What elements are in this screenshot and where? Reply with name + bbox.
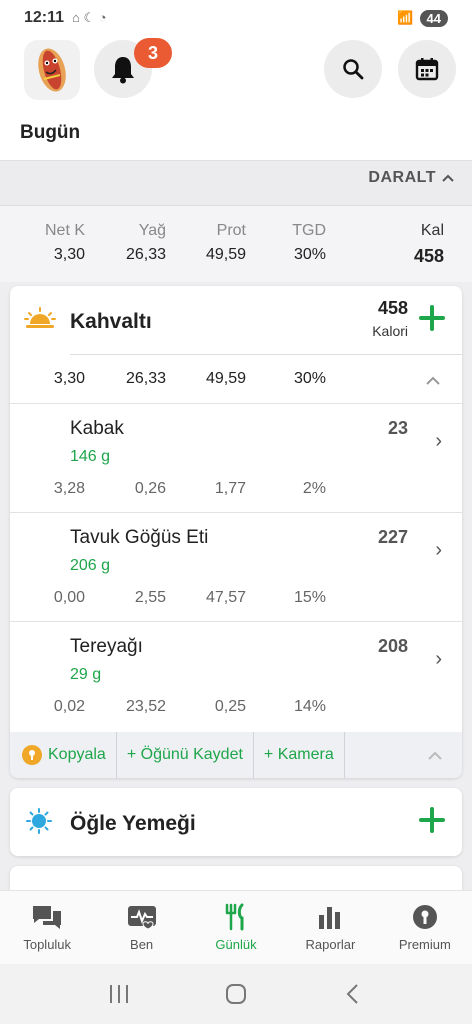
back-icon[interactable] bbox=[341, 983, 365, 1005]
home-icon[interactable] bbox=[224, 983, 248, 1005]
heart-pulse-icon bbox=[127, 906, 156, 930]
copy-button[interactable]: Kopyala bbox=[10, 732, 117, 778]
chevron-up-icon[interactable] bbox=[426, 376, 440, 385]
search-icon bbox=[343, 59, 364, 80]
camera-button[interactable]: + Kamera bbox=[254, 732, 345, 778]
key-icon bbox=[22, 745, 42, 765]
chevron-up-icon bbox=[442, 174, 454, 182]
nav-diary[interactable]: Günlük bbox=[189, 891, 283, 964]
total-net-carbs: Net K 3,30 bbox=[44, 222, 85, 263]
bar-chart-icon bbox=[319, 907, 341, 929]
total-fat: Yağ 26,33 bbox=[125, 222, 166, 263]
meal-card-lunch[interactable]: Öğle Yemeği bbox=[10, 788, 462, 856]
meal-calories: 458 Kalori bbox=[372, 298, 408, 339]
save-meal-button[interactable]: + Öğünü Kaydet bbox=[117, 732, 254, 778]
meal-title: Kahvaltı bbox=[70, 310, 152, 333]
collapse-label: DARALT bbox=[368, 169, 436, 186]
wifi-signal-icon: 📶 bbox=[397, 10, 414, 25]
app-header: 3 Bugün bbox=[0, 36, 472, 160]
collapse-button[interactable]: DARALT bbox=[368, 169, 454, 187]
total-protein: Prot 49,59 bbox=[205, 222, 246, 263]
nav-reports[interactable]: Raporlar bbox=[283, 891, 377, 964]
add-food-button[interactable] bbox=[418, 304, 446, 332]
system-nav-bar bbox=[0, 964, 472, 1024]
chevron-right-icon: › bbox=[435, 430, 442, 452]
recent-apps-icon[interactable] bbox=[107, 983, 131, 1005]
divider bbox=[70, 354, 462, 355]
date-label[interactable]: Bugün bbox=[20, 122, 80, 144]
daily-totals: Net K 3,30 Yağ 26,33 Prot 49,59 TGD 30% … bbox=[0, 206, 472, 282]
clock: 12:11 bbox=[24, 9, 65, 26]
chevron-right-icon: › bbox=[435, 648, 442, 670]
calendar-icon bbox=[415, 58, 439, 81]
meal-card-breakfast: Kahvaltı 458 Kalori 3,30 26,33 49,59 30%… bbox=[10, 286, 462, 778]
collapse-bar: DARALT bbox=[0, 160, 472, 206]
chat-icon bbox=[33, 906, 62, 929]
food-row[interactable]: Tereyağı 29 g 208 › 0,02 23,52 0,25 14% bbox=[10, 622, 462, 731]
calendar-button[interactable] bbox=[398, 40, 456, 98]
food-row[interactable]: Kabak 146 g 23 › 3,28 0,26 1,77 2% bbox=[10, 404, 462, 513]
sunrise-icon bbox=[24, 307, 56, 328]
meal-header[interactable]: Kahvaltı 458 Kalori bbox=[10, 286, 462, 354]
nav-me[interactable]: Ben bbox=[94, 891, 188, 964]
status-bar: 12:11 ⌂ ☾ ◔ 📶 44 bbox=[0, 0, 472, 36]
meal-macro-summary: 3,30 26,33 49,59 30% bbox=[10, 356, 462, 404]
notification-badge: 3 bbox=[134, 38, 172, 68]
lock-icon bbox=[412, 905, 437, 929]
total-calories: Kal 458 bbox=[413, 222, 444, 266]
total-rdi: TGD 30% bbox=[292, 222, 326, 263]
bottom-nav: Topluluk Ben Günlük Raporlar Premium bbox=[0, 890, 472, 964]
meal-actions-bar: Kopyala + Öğünü Kaydet + Kamera bbox=[10, 732, 462, 778]
avatar[interactable] bbox=[24, 40, 80, 100]
notification-status-icon: ⌂ ☾ ◔ bbox=[72, 10, 107, 25]
bell-icon bbox=[112, 57, 134, 84]
meal-title: Öğle Yemeği bbox=[70, 812, 196, 835]
hotdog-avatar-icon bbox=[38, 48, 66, 92]
battery-indicator: 44 bbox=[419, 9, 448, 27]
chevron-right-icon: › bbox=[435, 539, 442, 561]
sun-icon bbox=[26, 808, 52, 834]
chevron-up-icon[interactable] bbox=[428, 751, 442, 760]
nav-premium[interactable]: Premium bbox=[378, 891, 472, 964]
nav-community[interactable]: Topluluk bbox=[0, 891, 94, 964]
add-food-button[interactable] bbox=[418, 806, 446, 834]
food-row[interactable]: Tavuk Göğüs Eti 206 g 227 › 0,00 2,55 47… bbox=[10, 513, 462, 622]
fork-knife-icon bbox=[225, 903, 244, 931]
search-button[interactable] bbox=[324, 40, 382, 98]
